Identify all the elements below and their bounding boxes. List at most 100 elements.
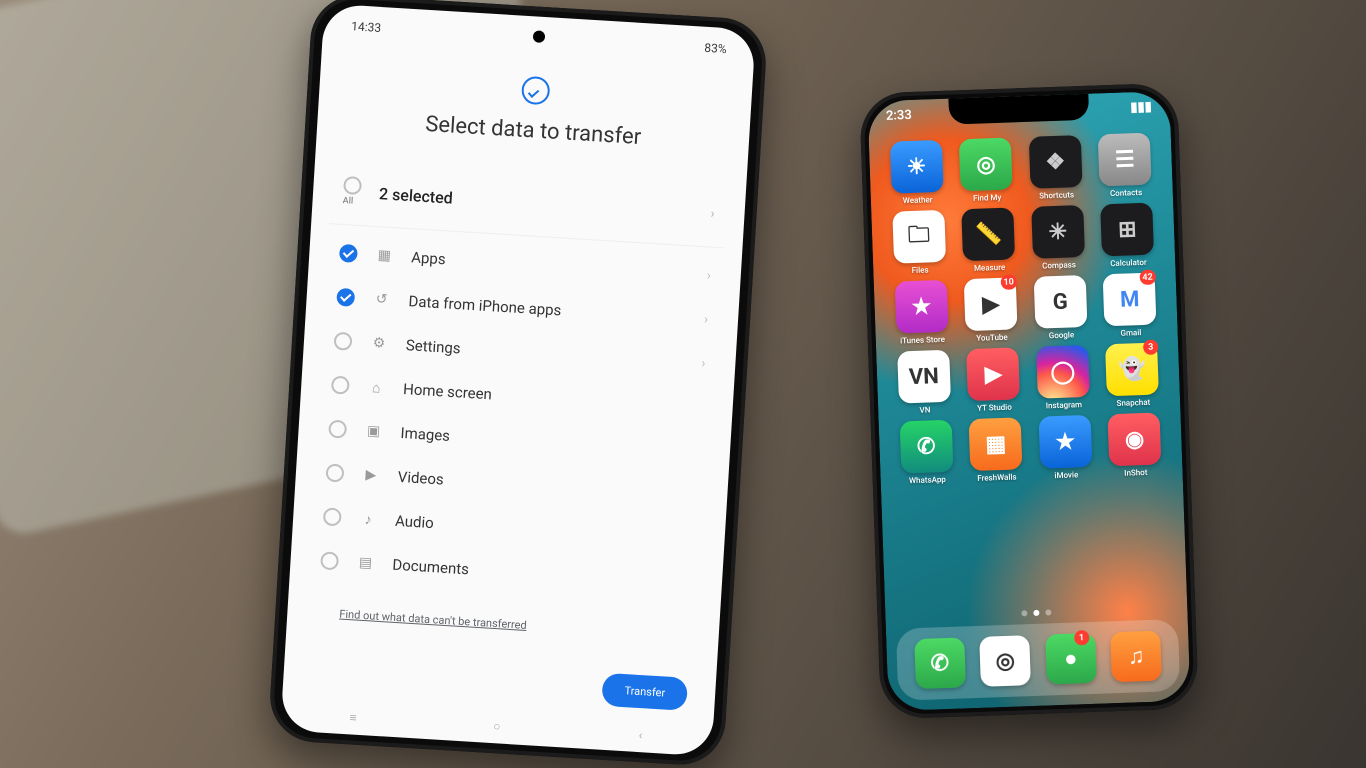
category-icon: ▶: [361, 467, 380, 484]
checkbox[interactable]: [325, 463, 344, 482]
notification-badge: 1: [1074, 630, 1090, 646]
app-yt-studio[interactable]: ▶YT Studio: [960, 347, 1028, 413]
selected-count-label: 2 selected: [379, 184, 454, 207]
check-circle-icon: [521, 76, 551, 106]
nav-recents-icon[interactable]: ≡: [344, 710, 363, 725]
app-icon: ◎: [959, 137, 1013, 191]
app-freshwalls[interactable]: ▦FreshWalls: [962, 417, 1030, 483]
transfer-button[interactable]: Transfer: [602, 673, 689, 711]
app-label: InShot: [1124, 468, 1148, 478]
info-link[interactable]: Find out what data can't be transferred: [339, 608, 701, 643]
checkbox[interactable]: [323, 507, 342, 526]
category-icon: ▣: [364, 423, 383, 440]
item-label: Audio: [395, 512, 435, 532]
checkbox[interactable]: [339, 244, 358, 263]
app-icon: ★: [895, 280, 949, 334]
iphone-frame: 2:33 ▮▮▮ ☀Weather◎Find My❖Shortcuts☰Cont…: [859, 83, 1199, 720]
app-gmail[interactable]: M42Gmail: [1096, 272, 1164, 338]
checkbox[interactable]: [320, 551, 339, 570]
category-icon: ⌂: [367, 378, 386, 396]
item-label: Apps: [411, 248, 446, 268]
app-label: Calculator: [1110, 258, 1147, 268]
item-label: Settings: [405, 336, 461, 357]
app-snapchat[interactable]: 👻3Snapchat: [1099, 342, 1167, 408]
app-icon: ▦: [969, 417, 1023, 471]
app-calculator[interactable]: ⊞Calculator: [1094, 202, 1162, 268]
chevron-right-icon: ›: [701, 356, 706, 371]
nav-back-icon[interactable]: ‹: [631, 728, 650, 743]
select-all-sublabel: All: [342, 196, 361, 207]
chevron-right-icon: ›: [706, 268, 711, 283]
item-label: Videos: [397, 468, 444, 489]
app-label: WhatsApp: [909, 475, 946, 485]
app-vn[interactable]: VNVN: [890, 350, 958, 416]
android-screen: 14:33 83% Select data to transfer All 2 …: [280, 3, 756, 756]
category-icon: ⚙: [370, 335, 389, 352]
app-messages[interactable]: ●1: [1045, 633, 1097, 685]
category-icon: ↺: [372, 291, 391, 308]
item-label: Documents: [392, 556, 470, 579]
app-weather[interactable]: ☀Weather: [883, 140, 951, 206]
app-icon: VN: [897, 350, 951, 404]
app-shortcuts[interactable]: ❖Shortcuts: [1022, 135, 1090, 201]
app-icon: ✆: [899, 420, 953, 474]
app-icon: ◎: [979, 635, 1031, 687]
app-icon: ✳: [1031, 205, 1085, 259]
app-label: Contacts: [1110, 188, 1142, 198]
checkbox[interactable]: [334, 332, 353, 351]
app-music[interactable]: ♫: [1110, 631, 1162, 683]
app-contacts[interactable]: ☰Contacts: [1091, 132, 1159, 198]
app-find-my[interactable]: ◎Find My: [952, 137, 1020, 203]
android-status-battery: 83%: [704, 41, 727, 56]
app-label: Measure: [974, 263, 1005, 273]
category-icon: ♪: [359, 510, 378, 528]
app-icon: ★: [1038, 415, 1092, 469]
select-all-checkbox[interactable]: [343, 176, 362, 195]
app-itunes-store[interactable]: ★iTunes Store: [888, 280, 956, 346]
app-measure[interactable]: 📏 Measure: [955, 207, 1023, 273]
app-google[interactable]: GGoogle: [1027, 275, 1095, 341]
app-icon: ◉: [1108, 412, 1162, 466]
app-label: Shortcuts: [1039, 190, 1074, 200]
app-instagram[interactable]: ◯Instagram: [1029, 345, 1097, 411]
page-title: Select data to transfer: [335, 106, 732, 155]
iphone-screen: 2:33 ▮▮▮ ☀Weather◎Find My❖Shortcuts☰Cont…: [867, 91, 1190, 711]
app-label: FreshWalls: [977, 472, 1017, 482]
app-icon: ●: [1045, 633, 1097, 685]
app-label: YouTube: [976, 333, 1008, 343]
app-icon: 🗀: [892, 210, 946, 264]
iphone-dock: ✆◎●1♫: [896, 619, 1180, 701]
app-imovie[interactable]: ★iMovie: [1032, 415, 1100, 481]
page-indicator[interactable]: [885, 605, 1187, 622]
app-icon: ♫: [1110, 631, 1162, 683]
app-label: Snapchat: [1116, 398, 1150, 408]
app-icon: ▶: [966, 347, 1020, 401]
chevron-right-icon: ›: [710, 206, 715, 221]
iphone-status-time: 2:33: [886, 108, 912, 124]
app-icon: ❖: [1029, 135, 1083, 189]
app-label: iTunes Store: [900, 335, 945, 346]
checkbox[interactable]: [336, 288, 355, 307]
app-icon: ☰: [1098, 133, 1152, 187]
android-phone-frame: 14:33 83% Select data to transfer All 2 …: [268, 0, 769, 767]
app-icon: ☀: [890, 140, 944, 194]
app-safari[interactable]: ◎: [979, 635, 1031, 687]
app-label: Gmail: [1120, 328, 1141, 338]
app-icon: 📏: [962, 207, 1016, 261]
category-icon: ▤: [356, 554, 375, 571]
app-youtube[interactable]: ▶10YouTube: [957, 277, 1025, 343]
item-label: Data from iPhone apps: [408, 292, 562, 319]
app-label: Files: [912, 265, 929, 275]
app-label: iMovie: [1054, 470, 1078, 480]
checkbox[interactable]: [331, 376, 350, 395]
app-label: Compass: [1042, 260, 1076, 270]
checkbox[interactable]: [328, 420, 347, 439]
nav-home-icon[interactable]: ○: [487, 719, 506, 734]
app-compass[interactable]: ✳Compass: [1024, 205, 1092, 271]
iphone-status-icons: ▮▮▮: [1130, 100, 1152, 116]
app-whatsapp[interactable]: ✆WhatsApp: [893, 419, 961, 485]
app-phone[interactable]: ✆: [914, 637, 966, 689]
app-inshot[interactable]: ◉ InShot: [1101, 412, 1169, 478]
app-label: Google: [1049, 330, 1075, 340]
app-files[interactable]: 🗀Files: [885, 210, 953, 276]
